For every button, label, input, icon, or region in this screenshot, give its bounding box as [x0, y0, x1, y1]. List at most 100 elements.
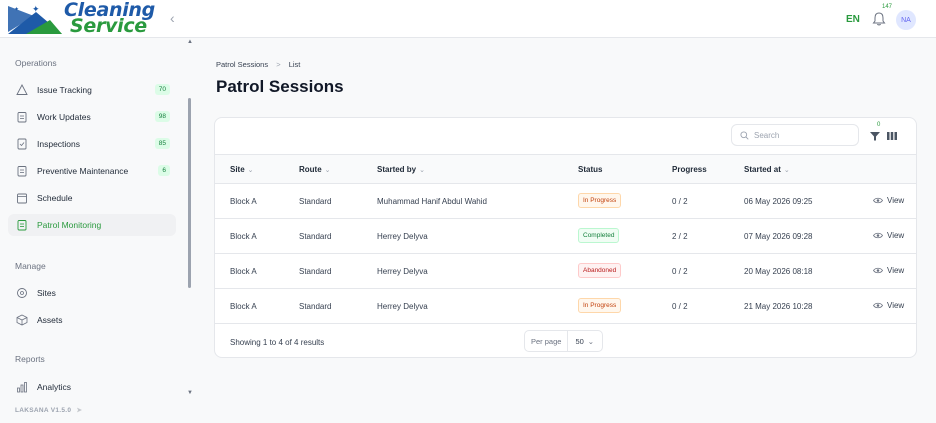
- per-page-value[interactable]: 50 ⌄: [568, 337, 602, 346]
- chevron-down-icon: ⌄: [247, 167, 254, 174]
- column-header-started-at[interactable]: Started at ⌄: [744, 165, 790, 174]
- cell-route: Standard: [299, 197, 332, 206]
- per-page-select[interactable]: Per page 50 ⌄: [524, 330, 604, 352]
- sidebar-item-inspections[interactable]: Inspections 85: [8, 133, 176, 155]
- bar-chart-icon: [17, 382, 27, 393]
- chevron-down-icon: ⌄: [783, 167, 790, 174]
- table-row: Block A Standard Herrey Delyva Completed…: [215, 219, 916, 254]
- count-badge: 70: [154, 84, 170, 95]
- send-icon: ➤: [76, 407, 83, 414]
- column-header-progress: Progress: [672, 165, 707, 174]
- breadcrumb: Patrol Sessions > List: [216, 60, 306, 69]
- clipboard-icon: [17, 220, 27, 231]
- cell-progress: 0 / 2: [672, 197, 688, 206]
- view-label: View: [887, 266, 905, 275]
- app-logo[interactable]: ✦ ✦ Cleaning Service: [6, 1, 166, 36]
- breadcrumb-patrol-sessions[interactable]: Patrol Sessions: [216, 60, 268, 69]
- sidebar-item-schedule[interactable]: Schedule: [8, 187, 176, 209]
- sidebar-item-analytics[interactable]: Analytics: [8, 376, 176, 398]
- logo-mark-icon: ✦ ✦: [8, 5, 62, 34]
- sidebar-item-label: Schedule: [37, 193, 73, 203]
- sidebar-item-patrol-monitoring[interactable]: Patrol Monitoring: [8, 214, 176, 236]
- clipboard-icon: [17, 166, 27, 177]
- sidebar-item-sites[interactable]: Sites: [8, 282, 176, 304]
- search-box[interactable]: [731, 124, 859, 146]
- eye-icon: [873, 302, 883, 309]
- filter-icon[interactable]: [869, 130, 881, 142]
- sidebar-item-label: Analytics: [37, 382, 72, 392]
- sidebar-item-label: Patrol Monitoring: [37, 220, 102, 230]
- column-label: Site: [230, 165, 245, 174]
- breadcrumb-separator: >: [276, 60, 281, 69]
- status-badge: In Progress: [578, 193, 622, 208]
- view-button[interactable]: View: [873, 301, 904, 310]
- table-row: Block A Standard Herrey Delyva In Progre…: [215, 289, 916, 324]
- column-label: Started by: [377, 165, 417, 174]
- results-summary: Showing 1 to 4 of 4 results: [230, 338, 325, 347]
- cell-route: Standard: [299, 302, 332, 311]
- svg-text:✦: ✦: [14, 6, 19, 13]
- cell-site: Block A: [230, 302, 257, 311]
- view-button[interactable]: View: [873, 196, 904, 205]
- column-header-route[interactable]: Route ⌄: [299, 165, 331, 174]
- table-row: Block A Standard Muhammad Hanif Abdul Wa…: [215, 184, 916, 219]
- cell-route: Standard: [299, 267, 332, 276]
- section-label-manage: Manage: [15, 261, 46, 271]
- cell-site: Block A: [230, 232, 257, 241]
- cell-started-at: 20 May 2026 08:18: [744, 267, 813, 276]
- status-badge: Abandoned: [578, 263, 622, 278]
- view-button[interactable]: View: [873, 266, 904, 275]
- status-badge: In Progress: [578, 298, 622, 313]
- scroll-down-arrow-icon[interactable]: ▼: [187, 390, 193, 396]
- breadcrumb-current: List: [288, 60, 301, 69]
- view-button[interactable]: View: [873, 231, 904, 240]
- page-title: Patrol Sessions: [216, 77, 344, 96]
- clipboard-icon: [17, 112, 27, 123]
- count-badge: 85: [154, 138, 170, 149]
- chevron-down-icon: ⌄: [419, 167, 425, 174]
- cell-progress: 0 / 2: [672, 302, 688, 311]
- column-header-started-by[interactable]: Started by ⌄: [377, 165, 425, 174]
- app-version: LAKSANA V1.5.0 ➤: [15, 406, 82, 414]
- scroll-up-arrow-icon[interactable]: ▲: [187, 39, 193, 45]
- chevron-down-icon: ⌄: [324, 167, 331, 174]
- sidebar: Operations Issue Tracking 70 Work Update…: [0, 38, 196, 423]
- sidebar-item-label: Preventive Maintenance: [37, 166, 129, 176]
- sidebar-item-assets[interactable]: Assets: [8, 309, 176, 331]
- cell-progress: 0 / 2: [672, 267, 688, 276]
- cell-started-at: 07 May 2026 09:28: [744, 232, 813, 241]
- sidebar-item-issue-tracking[interactable]: Issue Tracking 70: [8, 79, 176, 101]
- section-label-reports: Reports: [15, 354, 45, 364]
- sidebar-item-work-updates[interactable]: Work Updates 98: [8, 106, 176, 128]
- sidebar-item-label: Inspections: [37, 139, 80, 149]
- box-icon: [16, 314, 28, 326]
- eye-icon: [873, 197, 883, 204]
- column-label: Progress: [672, 165, 707, 174]
- cell-started-by: Muhammad Hanif Abdul Wahid: [377, 197, 487, 206]
- sidebar-item-label: Sites: [37, 288, 56, 298]
- column-header-site[interactable]: Site ⌄: [230, 165, 254, 174]
- section-label-operations: Operations: [15, 58, 57, 68]
- sidebar-scrollbar[interactable]: [188, 98, 191, 288]
- chevron-down-icon: ⌄: [587, 336, 595, 346]
- location-icon: [17, 288, 27, 298]
- patrol-sessions-table-card: 0 Site⌄ Route⌄ Started by⌄ Status Progre…: [214, 117, 917, 358]
- per-page-label: Per page: [525, 331, 569, 351]
- column-header-status: Status: [578, 165, 602, 174]
- column-label: Started at: [744, 165, 781, 174]
- language-switch[interactable]: EN: [846, 14, 860, 25]
- top-bar: ✦ ✦ Cleaning Service ‹ EN 147 NA: [0, 0, 936, 38]
- version-text: LAKSANA V1.5.0: [15, 407, 72, 414]
- column-label: Status: [578, 165, 603, 174]
- check-doc-icon: [17, 138, 27, 150]
- view-label: View: [887, 196, 905, 205]
- bell-icon[interactable]: [871, 11, 887, 27]
- search-input[interactable]: [754, 130, 850, 140]
- collapse-sidebar-button[interactable]: ‹: [170, 10, 175, 26]
- cell-progress: 2 / 2: [672, 232, 688, 241]
- sidebar-item-preventive-maintenance[interactable]: Preventive Maintenance 6: [8, 160, 176, 182]
- cell-started-by: Herrey Delyva: [377, 267, 428, 276]
- columns-icon[interactable]: [886, 130, 898, 142]
- eye-icon: [873, 267, 883, 274]
- avatar[interactable]: NA: [896, 10, 916, 30]
